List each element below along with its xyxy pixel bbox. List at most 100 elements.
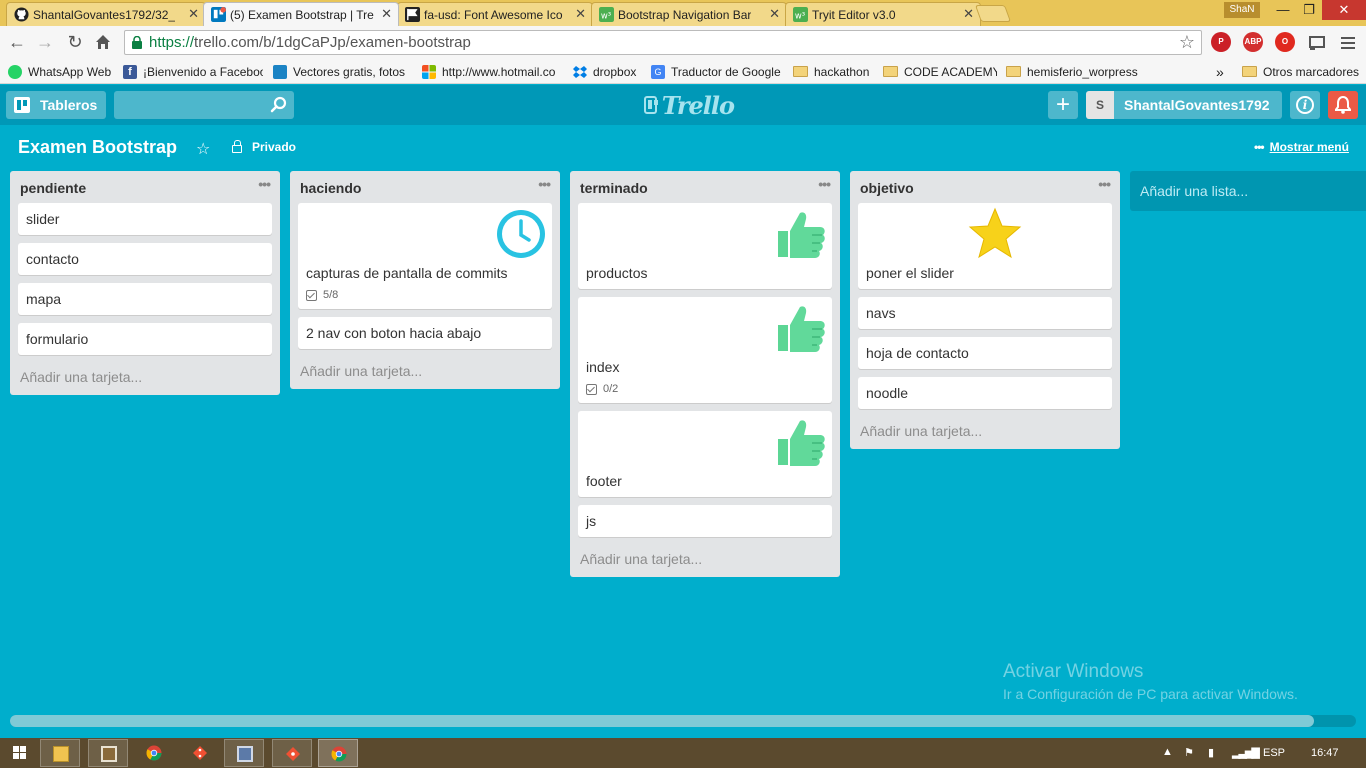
close-icon[interactable]: ✕: [381, 6, 392, 22]
list-menu-icon[interactable]: •••: [258, 176, 271, 192]
minimize-window-button[interactable]: —: [1270, 0, 1296, 20]
browser-tab-tryit[interactable]: w³ Tryit Editor v3.0 ✕: [785, 2, 981, 26]
boards-button[interactable]: Tableros: [6, 91, 106, 119]
card[interactable]: noodle: [858, 377, 1112, 409]
card[interactable]: contacto: [18, 243, 272, 275]
bookmark-dropbox[interactable]: dropbox: [573, 63, 643, 80]
bookmark-whatsapp[interactable]: WhatsApp Web: [8, 63, 118, 80]
card[interactable]: 2 nav con boton hacia abajo: [298, 317, 552, 349]
card[interactable]: mapa: [18, 283, 272, 315]
show-menu-button[interactable]: ••• Mostrar menú: [1254, 140, 1349, 154]
list-menu-icon[interactable]: •••: [1098, 176, 1111, 192]
taskbar-app-window[interactable]: [88, 739, 128, 767]
card[interactable]: navs: [858, 297, 1112, 329]
taskbar-file-explorer[interactable]: [40, 739, 80, 767]
browser-tab-strip: ShantalGovantes1792/32_ ✕ (5) Examen Boo…: [0, 0, 1366, 26]
add-card-button[interactable]: Añadir una tarjeta...: [290, 357, 560, 389]
dropbox-icon: [573, 65, 587, 78]
board-horizontal-scrollbar[interactable]: [10, 715, 1356, 727]
browser-tab-bootstrap-navbar[interactable]: w³ Bootstrap Navigation Bar ✕: [591, 2, 787, 26]
card[interactable]: slider: [18, 203, 272, 235]
add-list-button[interactable]: Añadir una lista...: [1130, 171, 1366, 211]
back-icon[interactable]: ←: [6, 31, 28, 53]
list-title[interactable]: pendiente: [20, 180, 86, 196]
list-menu-icon[interactable]: •••: [538, 176, 551, 192]
forward-icon[interactable]: →: [34, 31, 56, 53]
notifications-button[interactable]: [1328, 91, 1358, 119]
google-translate-icon: G: [651, 64, 665, 79]
cast-icon[interactable]: [1307, 33, 1327, 53]
bookmark-freepik[interactable]: Vectores gratis, fotos: [273, 63, 409, 80]
bookmark-folder-codeacademy[interactable]: CODE ACADEMY: [883, 63, 997, 80]
add-card-button[interactable]: Añadir una tarjeta...: [850, 417, 1120, 449]
member-menu-button[interactable]: S ShantalGovantes1792: [1086, 91, 1282, 119]
new-tab-button[interactable]: [974, 5, 1012, 22]
list-menu-icon[interactable]: •••: [818, 176, 831, 192]
bookmark-facebook[interactable]: f ¡Bienvenido a Faceboo: [123, 63, 263, 80]
taskbar-chrome[interactable]: [134, 739, 174, 767]
bookmark-label: CODE ACADEMY: [904, 64, 997, 79]
bookmark-google-translate[interactable]: G Traductor de Google: [651, 63, 785, 80]
search-input[interactable]: [114, 91, 294, 119]
trello-logo[interactable]: Trello: [644, 91, 735, 120]
list-title[interactable]: haciendo: [300, 180, 361, 196]
browser-tab-github[interactable]: ShantalGovantes1792/32_ ✕: [6, 2, 206, 26]
list-haciendo: haciendo ••• capturas de pantalla de com…: [290, 171, 560, 389]
file-explorer-icon: [53, 746, 69, 762]
taskbar-window[interactable]: [224, 739, 264, 767]
boards-icon: [14, 97, 30, 113]
tray-expand-icon[interactable]: ▲: [1162, 746, 1173, 758]
star-icon[interactable]: ☆: [196, 139, 210, 159]
close-icon[interactable]: ✕: [188, 6, 199, 22]
bookmark-folder-hackathon[interactable]: hackathon: [793, 63, 875, 80]
add-card-button[interactable]: Añadir una tarjeta...: [10, 363, 280, 395]
close-icon[interactable]: ✕: [769, 6, 780, 22]
close-icon[interactable]: ✕: [575, 6, 586, 22]
opera-icon[interactable]: O: [1275, 32, 1295, 52]
action-center-flag-icon[interactable]: ⚑: [1184, 746, 1194, 759]
chrome-menu-icon[interactable]: [1338, 33, 1358, 53]
info-button[interactable]: i: [1290, 91, 1320, 119]
board-title[interactable]: Examen Bootstrap: [18, 137, 177, 158]
bookmark-folder-hemisferio[interactable]: hemisferio_worpress: [1006, 63, 1140, 80]
taskbar-git-gui[interactable]: [272, 739, 312, 767]
other-bookmarks-folder[interactable]: Otros marcadores: [1242, 63, 1362, 80]
home-icon[interactable]: [94, 33, 112, 51]
scrollbar-thumb[interactable]: [10, 715, 1314, 727]
input-language[interactable]: ESP: [1263, 747, 1285, 759]
card[interactable]: js: [578, 505, 832, 537]
taskbar-clock[interactable]: 16:47: [1311, 747, 1339, 759]
card[interactable]: productos: [578, 203, 832, 289]
card[interactable]: capturas de pantalla de commits 5/8: [298, 203, 552, 309]
tab-title: ShantalGovantes1792/32_: [33, 7, 176, 22]
battery-icon[interactable]: ▮: [1208, 746, 1214, 759]
bookmark-hotmail[interactable]: http://www.hotmail.co: [422, 63, 562, 80]
address-bar[interactable]: https://trello.com/b/1dgCaPJp/examen-boo…: [124, 30, 1202, 55]
create-button[interactable]: +: [1048, 91, 1078, 119]
taskbar-chrome-active[interactable]: [318, 739, 358, 767]
card[interactable]: poner el slider: [858, 203, 1112, 289]
card[interactable]: footer: [578, 411, 832, 497]
profile-chip[interactable]: ShaN: [1224, 2, 1260, 18]
close-window-button[interactable]: ✕: [1322, 0, 1366, 20]
pinterest-icon[interactable]: P: [1211, 32, 1231, 52]
card[interactable]: hoja de contacto: [858, 337, 1112, 369]
browser-tab-trello[interactable]: (5) Examen Bootstrap | Tre ✕: [203, 2, 399, 26]
windows-start-icon[interactable]: [0, 739, 40, 767]
search-icon[interactable]: [270, 96, 288, 114]
adblock-icon[interactable]: ABP: [1243, 32, 1263, 52]
add-card-button[interactable]: Añadir una tarjeta...: [570, 545, 840, 577]
maximize-window-button[interactable]: ❐: [1296, 0, 1322, 20]
bookmarks-overflow-button[interactable]: »: [1216, 63, 1230, 80]
board-visibility-button[interactable]: Privado: [232, 140, 296, 154]
card[interactable]: index 0/2: [578, 297, 832, 403]
wifi-signal-icon[interactable]: ▂▃▅▇: [1232, 746, 1260, 759]
bookmark-star-icon[interactable]: ☆: [1179, 32, 1195, 53]
card[interactable]: formulario: [18, 323, 272, 355]
browser-tab-fontawesome[interactable]: fa-usd: Font Awesome Ico ✕: [397, 2, 593, 26]
taskbar-git[interactable]: [180, 739, 220, 767]
list-title[interactable]: terminado: [580, 180, 648, 196]
close-icon[interactable]: ✕: [963, 6, 974, 22]
list-title[interactable]: objetivo: [860, 180, 914, 196]
reload-icon[interactable]: ↻: [64, 31, 86, 53]
